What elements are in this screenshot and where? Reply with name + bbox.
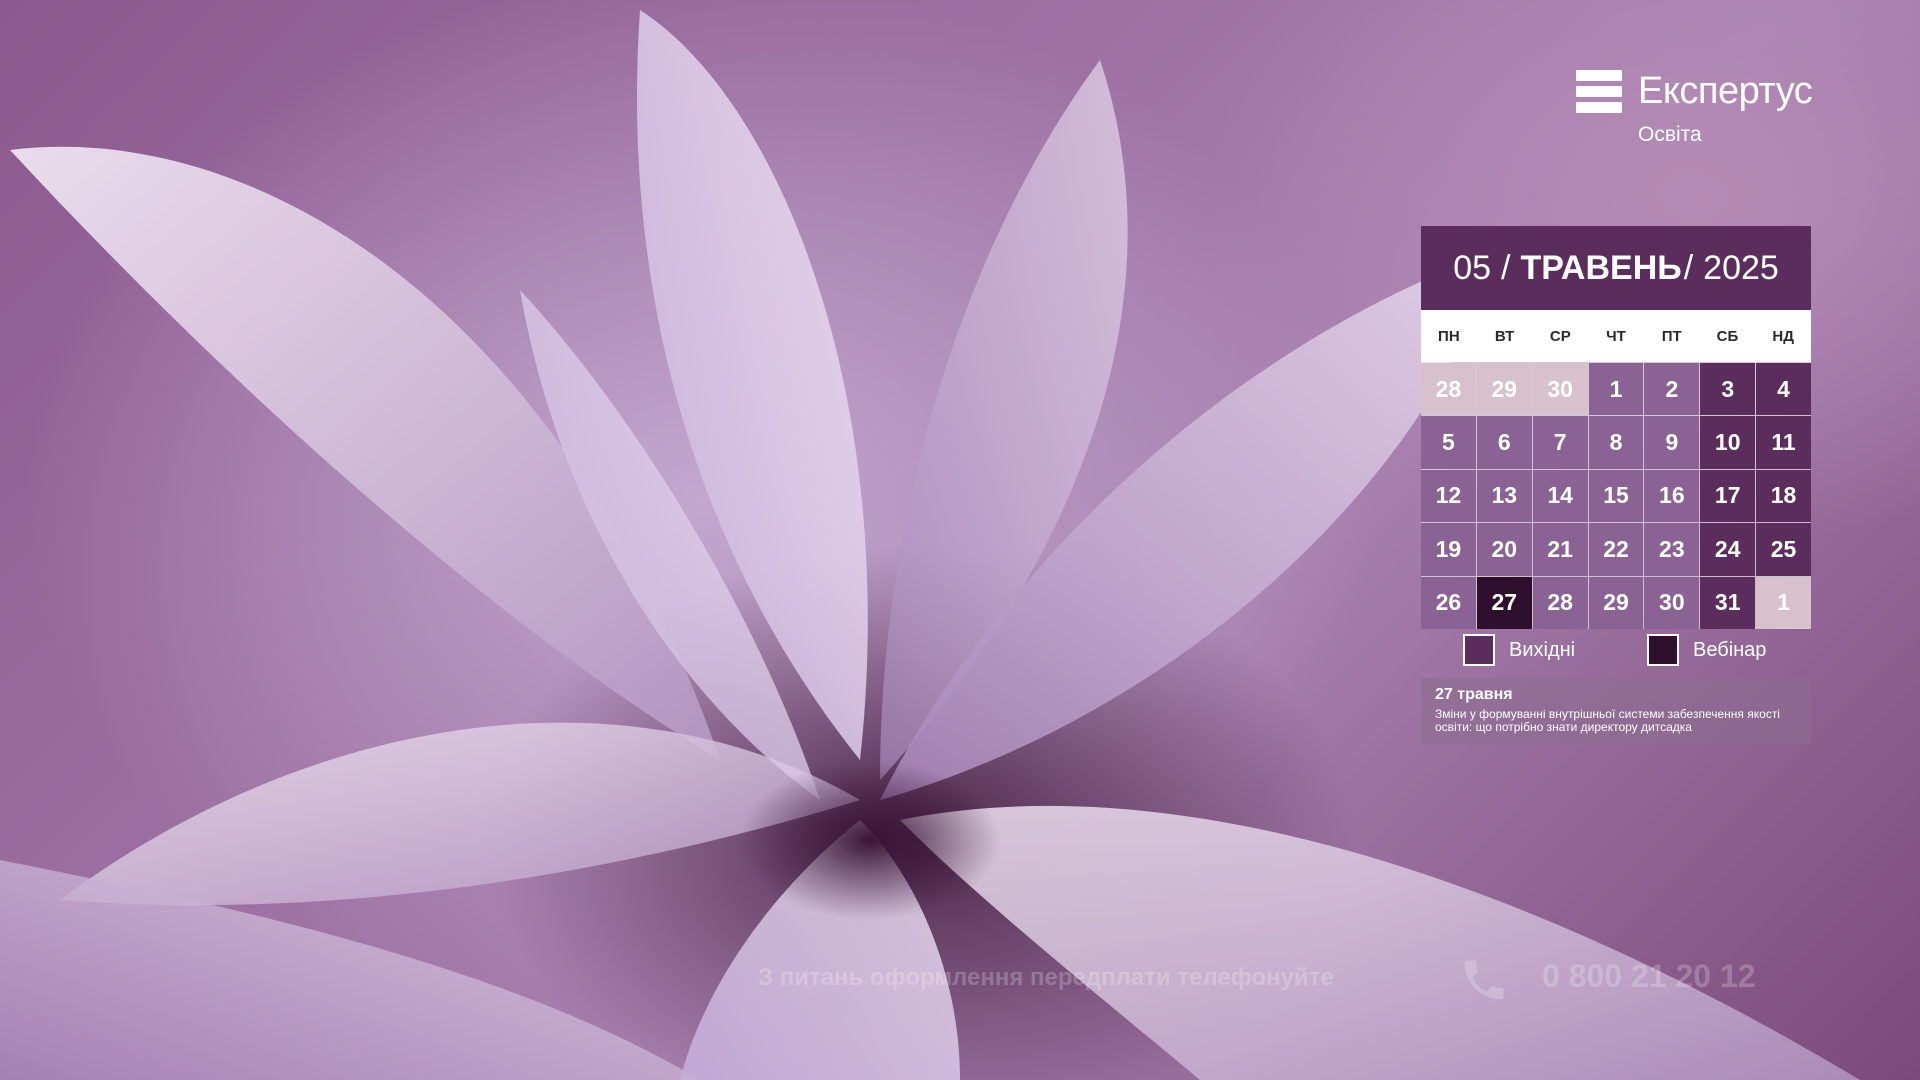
calendar-legend: Вихідні Вебінар	[1463, 634, 1803, 670]
wallpaper: Експертус Освіта 05 / ТРАВЕНЬ / 2025 ПН В…	[0, 0, 1920, 1080]
calendar-header: 05 / ТРАВЕНЬ / 2025	[1421, 226, 1811, 310]
day-cell[interactable]: 25	[1756, 523, 1811, 576]
month-number: 05	[1453, 248, 1492, 287]
subscription-contact: З питань оформлення передплати телефонуй…	[758, 958, 1788, 1002]
day-cell[interactable]: 28	[1421, 363, 1476, 416]
day-cell[interactable]: 23	[1644, 523, 1700, 576]
day-grid: 28 29 30 1 2 3 4 5 6 7 8 9 10 11 12 13 14 15 16 17 18 19 20 21 2…	[1421, 362, 1811, 629]
day-cell[interactable]: 28	[1532, 576, 1588, 629]
day-cell[interactable]: 22	[1588, 523, 1644, 576]
weekday-label: ПН	[1438, 327, 1460, 345]
day-cell[interactable]: 10	[1700, 416, 1756, 469]
weekday-label: ВТ	[1494, 327, 1515, 345]
brand-name: Експертус	[1638, 70, 1813, 112]
day-cell[interactable]: 15	[1588, 469, 1644, 523]
weekday-label: ЧТ	[1606, 327, 1626, 345]
day-cell[interactable]: 8	[1588, 416, 1644, 469]
event-title: Зміни у формуванні внутрішньої системи з…	[1435, 706, 1780, 735]
day-cell[interactable]: 21	[1532, 523, 1588, 576]
weekday-label: СР	[1549, 327, 1571, 345]
event-date: 27 травня	[1435, 686, 1513, 703]
day-cell[interactable]: 1	[1756, 576, 1811, 629]
day-cell[interactable]: 11	[1756, 416, 1811, 469]
month-calendar: 05 / ТРАВЕНЬ / 2025 ПН ВТ СР ЧТ ПТ СБ НД 28 29 3…	[1421, 226, 1811, 744]
phone-number[interactable]: 0 800 21 20 12	[1542, 958, 1756, 995]
day-cell[interactable]: 29	[1476, 363, 1532, 416]
weekday-label: СБ	[1716, 327, 1739, 345]
day-cell[interactable]: 3	[1700, 363, 1756, 416]
day-cell[interactable]: 2	[1644, 363, 1700, 416]
day-cell[interactable]: 7	[1532, 416, 1588, 469]
day-cell[interactable]: 6	[1476, 416, 1532, 469]
day-cell[interactable]: 12	[1421, 469, 1476, 523]
day-cell[interactable]: 24	[1700, 523, 1756, 576]
legend-weekend: Вихідні	[1463, 634, 1575, 666]
header-separator: /	[1683, 248, 1694, 287]
brand-subtitle: Освіта	[1638, 123, 1702, 146]
subscription-text: З питань оформлення передплати телефонуй…	[758, 964, 1334, 991]
month-name: ТРАВЕНЬ	[1520, 248, 1682, 287]
brand-logo: Експертус Освіта	[1576, 70, 1813, 150]
day-cell[interactable]: 31	[1700, 576, 1756, 629]
day-cell[interactable]: 20	[1476, 523, 1532, 576]
year: 2025	[1703, 248, 1779, 287]
day-cell[interactable]: 16	[1644, 469, 1700, 523]
day-cell[interactable]: 29	[1588, 576, 1644, 629]
weekday-label: ПТ	[1661, 327, 1682, 345]
day-cell[interactable]: 30	[1532, 363, 1588, 416]
day-cell[interactable]: 26	[1421, 576, 1476, 629]
day-cell[interactable]: 14	[1532, 469, 1588, 523]
day-cell-webinar[interactable]: 27	[1476, 576, 1532, 629]
legend-weekend-label: Вихідні	[1509, 638, 1576, 661]
legend-webinar-label: Вебінар	[1693, 638, 1767, 661]
webinar-event[interactable]: 27 травня Зміни у формуванні внутрішньої…	[1421, 678, 1811, 744]
webinar-swatch	[1647, 634, 1679, 666]
weekday-label: НД	[1772, 327, 1794, 345]
day-cell[interactable]: 9	[1644, 416, 1700, 469]
day-cell[interactable]: 13	[1476, 469, 1532, 523]
legend-webinar: Вебінар	[1647, 634, 1766, 666]
logo-mark-icon	[1576, 70, 1622, 114]
day-cell[interactable]: 1	[1588, 363, 1644, 416]
day-cell[interactable]: 4	[1756, 363, 1811, 416]
day-cell[interactable]: 17	[1700, 469, 1756, 523]
weekday-row: ПН ВТ СР ЧТ ПТ СБ НД	[1421, 310, 1811, 362]
day-cell[interactable]: 30	[1644, 576, 1700, 629]
day-cell[interactable]: 18	[1756, 469, 1811, 523]
day-cell[interactable]: 5	[1421, 416, 1476, 469]
phone-icon	[1464, 960, 1504, 1000]
day-cell[interactable]: 19	[1421, 523, 1476, 576]
header-separator: /	[1501, 248, 1511, 287]
weekend-swatch	[1463, 634, 1495, 666]
